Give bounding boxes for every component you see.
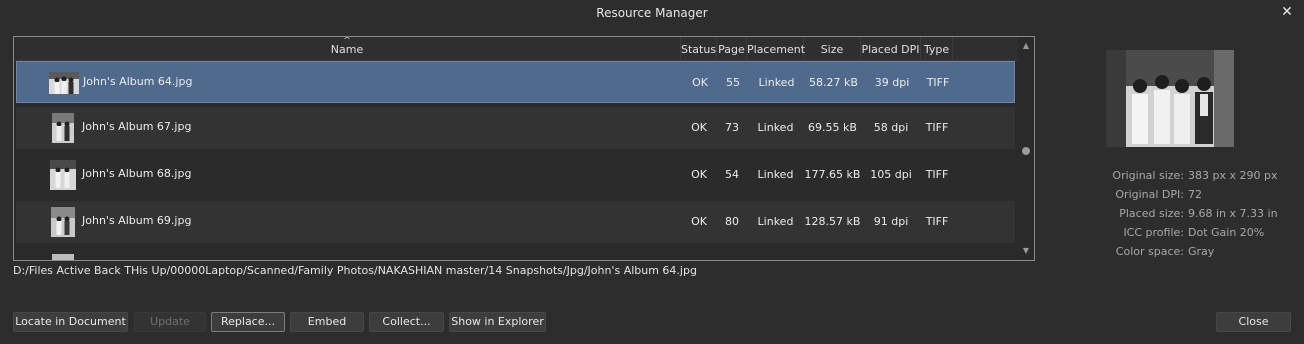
- table-header: ^ Name Status Page Placement Size Placed…: [14, 37, 1018, 61]
- row-size: 69.55 kB: [808, 121, 857, 134]
- table-row[interactable]: John's Album 67.jpg OK 73 Linked 69.55 k…: [16, 107, 1015, 149]
- row-placement: Linked: [757, 168, 794, 181]
- color-space-value: Gray: [1188, 245, 1215, 258]
- row-size: 58.27 kB: [809, 76, 858, 89]
- collect-button[interactable]: Collect...: [369, 312, 444, 332]
- column-header-type[interactable]: Type: [921, 37, 953, 61]
- window-title: Resource Manager: [596, 6, 708, 20]
- show-in-explorer-button[interactable]: Show in Explorer: [449, 312, 546, 332]
- row-placed-dpi: 91 dpi: [873, 215, 909, 228]
- table-row[interactable]: [16, 248, 1015, 260]
- row-page: 73: [725, 121, 739, 134]
- row-status: OK: [691, 168, 707, 181]
- update-button[interactable]: Update: [134, 312, 206, 332]
- row-name: John's Album 69.jpg: [82, 214, 192, 227]
- row-status: OK: [692, 76, 708, 89]
- locate-in-document-button[interactable]: Locate in Document: [13, 312, 128, 332]
- file-path: D:/Files Active Back THis Up/00000Laptop…: [13, 264, 697, 277]
- image-preview: [1106, 50, 1234, 147]
- placed-size-label: Placed size:: [1119, 207, 1184, 220]
- scroll-down-icon[interactable]: ▼: [1018, 244, 1034, 258]
- resource-list: ^ Name Status Page Placement Size Placed…: [13, 36, 1035, 261]
- row-placed-dpi: 58 dpi: [873, 121, 909, 134]
- row-type: TIFF: [925, 121, 949, 134]
- photo-thumbnail: [48, 207, 78, 237]
- row-page: 80: [725, 215, 739, 228]
- row-name: John's Album 68.jpg: [82, 167, 192, 180]
- row-placed-dpi: 39 dpi: [874, 76, 910, 89]
- table-row[interactable]: John's Album 69.jpg OK 80 Linked 128.57 …: [16, 201, 1015, 243]
- color-space-row: Color space: Gray: [1060, 242, 1280, 261]
- row-placement: Linked: [757, 121, 794, 134]
- row-placed-dpi: 105 dpi: [870, 168, 912, 181]
- close-button[interactable]: Close: [1216, 312, 1291, 332]
- row-page: 54: [725, 168, 739, 181]
- scroll-thumb[interactable]: [1022, 147, 1030, 155]
- icc-profile-row: ICC profile: Dot Gain 20%: [1060, 223, 1280, 242]
- original-dpi-label: Original DPI:: [1115, 188, 1184, 201]
- original-dpi-value: 72: [1188, 188, 1202, 201]
- replace-button[interactable]: Replace...: [211, 312, 285, 332]
- icc-profile-label: ICC profile:: [1123, 226, 1184, 239]
- row-type: TIFF: [926, 76, 950, 89]
- column-header-name[interactable]: ^ Name: [14, 37, 681, 61]
- embed-button[interactable]: Embed: [290, 312, 364, 332]
- photo-thumbnail: [49, 68, 79, 98]
- icc-profile-value: Dot Gain 20%: [1188, 226, 1265, 239]
- photo-thumbnail: [48, 254, 78, 260]
- color-space-label: Color space:: [1115, 245, 1184, 258]
- row-status: OK: [691, 121, 707, 134]
- row-name: John's Album 64.jpg: [83, 75, 193, 88]
- placed-size-row: Placed size: 9.68 in x 7.33 in: [1060, 204, 1280, 223]
- resource-info: Original size: 383 px x 290 px Original …: [1060, 166, 1280, 261]
- row-placement: Linked: [757, 215, 794, 228]
- table-row[interactable]: John's Album 64.jpg OK 55 Linked 58.27 k…: [16, 61, 1015, 103]
- original-size-value: 383 px x 290 px: [1188, 169, 1278, 182]
- photo-thumbnail: [48, 113, 78, 143]
- column-header-status[interactable]: Status: [681, 37, 717, 61]
- row-type: TIFF: [925, 168, 949, 181]
- row-size: 128.57 kB: [804, 215, 861, 228]
- column-header-placed-dpi[interactable]: Placed DPI: [861, 37, 921, 61]
- row-name: John's Album 67.jpg: [82, 120, 192, 133]
- table-body: John's Album 64.jpg OK 55 Linked 58.27 k…: [14, 61, 1018, 260]
- vertical-scrollbar[interactable]: ▲ ▼: [1018, 37, 1034, 260]
- original-size-row: Original size: 383 px x 290 px: [1060, 166, 1280, 185]
- close-icon[interactable]: ✕: [1279, 4, 1295, 20]
- column-header-page[interactable]: Page: [717, 37, 747, 61]
- column-header-placement[interactable]: Placement: [747, 37, 805, 61]
- table-row[interactable]: John's Album 68.jpg OK 54 Linked 177.65 …: [16, 154, 1015, 196]
- scroll-up-icon[interactable]: ▲: [1018, 39, 1034, 53]
- row-page: 55: [726, 76, 740, 89]
- row-size: 177.65 kB: [804, 168, 861, 181]
- photo-thumbnail: [48, 160, 78, 190]
- row-placement: Linked: [758, 76, 795, 89]
- placed-size-value: 9.68 in x 7.33 in: [1188, 207, 1278, 220]
- row-type: TIFF: [925, 215, 949, 228]
- sort-ascending-icon: ^: [343, 36, 351, 46]
- original-size-label: Original size:: [1112, 169, 1184, 182]
- column-header-size[interactable]: Size: [804, 37, 861, 61]
- original-dpi-row: Original DPI: 72: [1060, 185, 1280, 204]
- row-status: OK: [691, 215, 707, 228]
